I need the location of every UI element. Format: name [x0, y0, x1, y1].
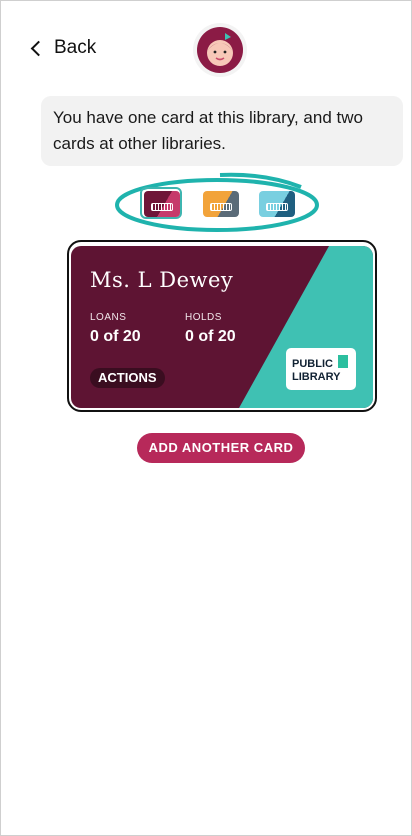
library-card-maroon-icon[interactable]	[144, 191, 180, 217]
app-logo	[193, 23, 247, 77]
loans-value: 0 of 20	[90, 328, 141, 345]
back-label: Back	[54, 37, 97, 58]
back-button[interactable]: Back	[30, 37, 97, 59]
library-name-line1: PUBLIC	[292, 358, 333, 370]
barcode-icon	[151, 203, 173, 211]
chevron-left-icon	[30, 40, 47, 57]
libby-logo-icon	[197, 27, 243, 73]
cardholder-name: Ms. L Dewey	[90, 268, 234, 292]
actions-button[interactable]: ACTIONS	[90, 368, 165, 388]
library-card-orange-icon[interactable]	[203, 191, 239, 217]
library-card-blue-icon[interactable]	[259, 191, 295, 217]
card-picker	[115, 171, 319, 239]
card-count-message: You have one card at this library, and t…	[41, 96, 403, 166]
library-logo: PUBLIC LIBRARY	[286, 348, 356, 390]
barcode-icon	[210, 203, 232, 211]
holds-label: HOLDS	[185, 312, 222, 323]
loans-label: LOANS	[90, 312, 127, 323]
barcode-icon	[266, 203, 288, 211]
add-another-card-button[interactable]: ADD ANOTHER CARD	[137, 433, 305, 463]
holds-value: 0 of 20	[185, 328, 236, 345]
library-name-line2: LIBRARY	[292, 371, 341, 383]
book-icon	[338, 355, 348, 368]
library-card[interactable]: Ms. L Dewey LOANS 0 of 20 HOLDS 0 of 20 …	[71, 246, 373, 408]
message-text: You have one card at this library, and t…	[53, 108, 363, 153]
